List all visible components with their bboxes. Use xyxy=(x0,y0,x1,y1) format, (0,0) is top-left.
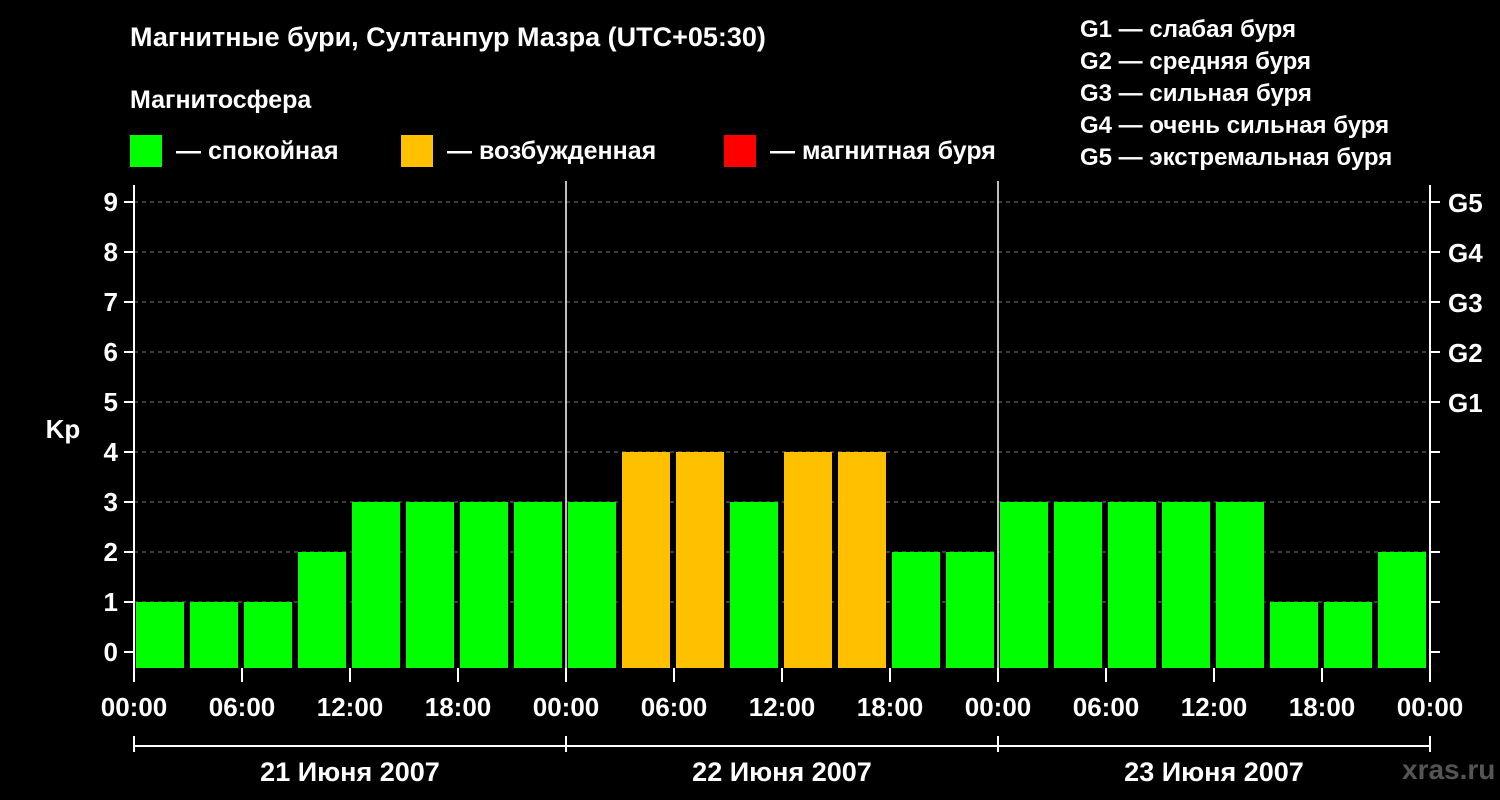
g-axis-label: G2 xyxy=(1448,338,1483,368)
x-tick-label: 18:00 xyxy=(425,692,492,722)
x-tick-label: 00:00 xyxy=(1397,692,1464,722)
x-tick-label: 06:00 xyxy=(641,692,708,722)
x-tick-label: 00:00 xyxy=(965,692,1032,722)
kp-bar xyxy=(136,602,184,668)
kp-bar-chart: 0 1 2 3 4 5 6 7 8 9 G1 G2 G3 G4 G5 Kp 00:00 06:00 12:00 18:… xyxy=(46,181,1483,787)
g-axis-label: G4 xyxy=(1448,238,1483,268)
x-tick-label: 12:00 xyxy=(749,692,816,722)
kp-bar xyxy=(1216,502,1264,668)
kp-bar xyxy=(892,552,940,668)
kp-bar xyxy=(838,452,886,668)
y-tick-label: 0 xyxy=(104,637,118,667)
watermark: xras.ru xyxy=(1402,754,1496,785)
y-tick-label: 5 xyxy=(104,387,118,417)
y-tick-label: 4 xyxy=(104,437,119,467)
kp-bar xyxy=(460,502,508,668)
kp-bar xyxy=(1054,502,1102,668)
x-tick-label: 00:00 xyxy=(101,692,168,722)
day-label: 23 Июня 2007 xyxy=(1124,757,1304,787)
kp-bar xyxy=(784,452,832,668)
x-tick-label: 18:00 xyxy=(857,692,924,722)
kp-bar xyxy=(1000,502,1048,668)
kp-bar xyxy=(1162,502,1210,668)
y-tick-label: 9 xyxy=(104,187,118,217)
y-tick-label: 1 xyxy=(104,587,118,617)
x-tick-label: 12:00 xyxy=(317,692,384,722)
kp-bar xyxy=(1324,602,1372,668)
kp-bar xyxy=(676,452,724,668)
x-tick-label: 06:00 xyxy=(1073,692,1140,722)
day-label: 22 Июня 2007 xyxy=(692,757,872,787)
kp-bar xyxy=(352,502,400,668)
g-axis-label: G5 xyxy=(1448,188,1483,218)
y-tick-label: 6 xyxy=(104,337,118,367)
kp-bar xyxy=(1378,552,1426,668)
kp-bar xyxy=(1270,602,1318,668)
y-axis-label: Kp xyxy=(46,414,81,444)
x-tick-label: 06:00 xyxy=(209,692,276,722)
kp-bar xyxy=(514,502,562,668)
y-tick-label: 8 xyxy=(104,237,118,267)
g-axis-label: G1 xyxy=(1448,388,1483,418)
kp-bar xyxy=(568,502,616,668)
g-axis-label: G3 xyxy=(1448,288,1483,318)
x-tick-label: 18:00 xyxy=(1289,692,1356,722)
day-label: 21 Июня 2007 xyxy=(260,757,440,787)
kp-bar xyxy=(406,502,454,668)
kp-bar xyxy=(946,552,994,668)
kp-bar xyxy=(244,602,292,668)
x-tick-label: 00:00 xyxy=(533,692,600,722)
x-tick-label: 12:00 xyxy=(1181,692,1248,722)
y-tick-label: 7 xyxy=(104,287,118,317)
y-tick-label: 3 xyxy=(104,487,118,517)
kp-bar xyxy=(190,602,238,668)
kp-bar xyxy=(730,502,778,668)
y-tick-label: 2 xyxy=(104,537,118,567)
kp-bar xyxy=(298,552,346,668)
kp-bar xyxy=(1108,502,1156,668)
kp-bar xyxy=(622,452,670,668)
